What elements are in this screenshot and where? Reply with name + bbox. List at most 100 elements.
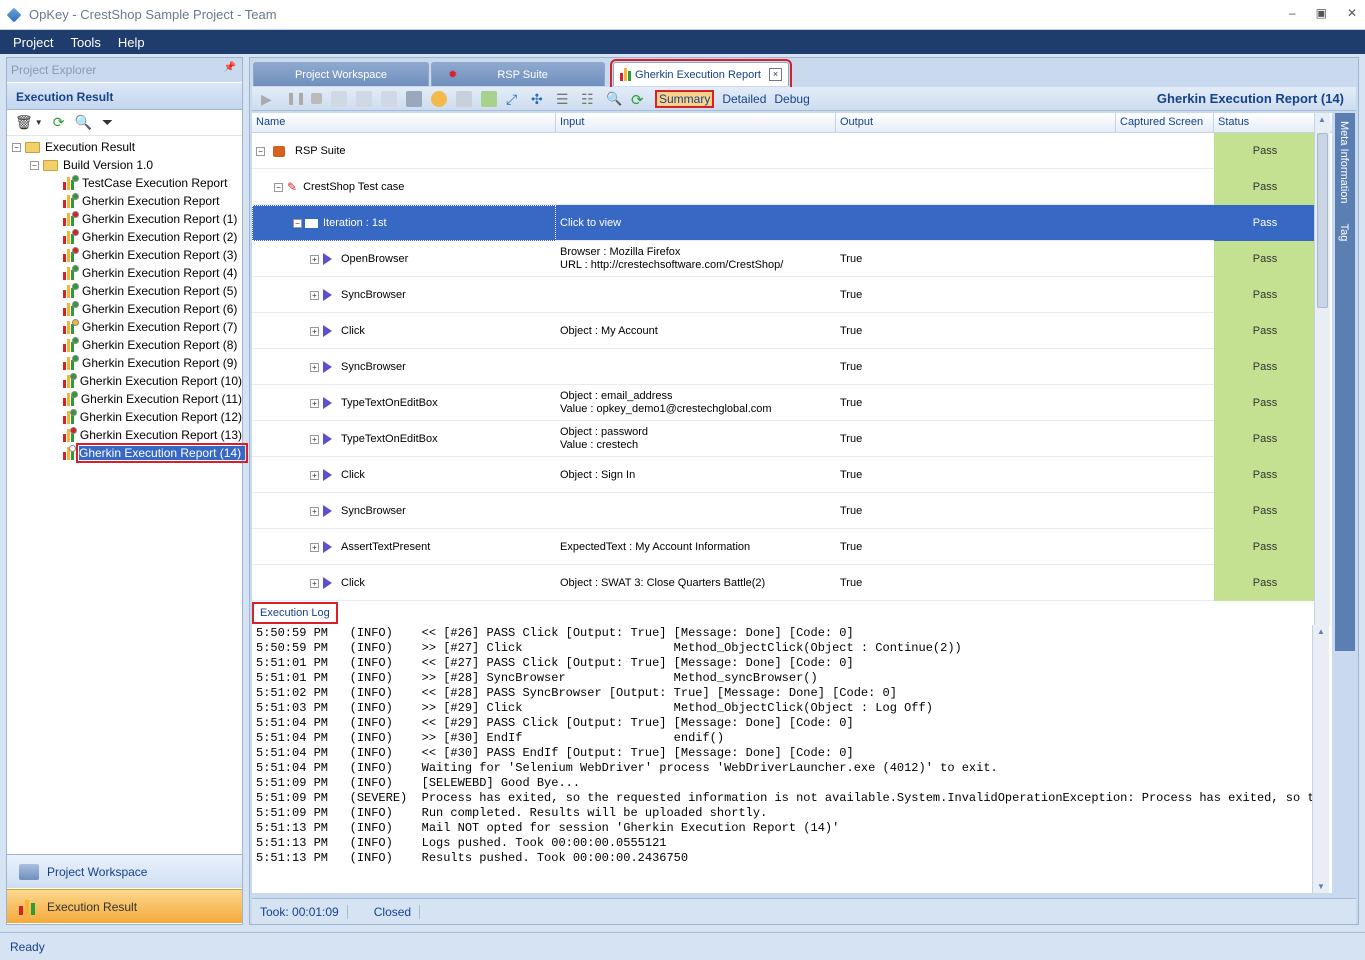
expand-icon[interactable]: + — [310, 290, 319, 300]
tree-node-report[interactable]: Gherkin Execution Report (12) — [7, 408, 242, 426]
tree-node-report[interactable]: Gherkin Execution Report (11) — [7, 390, 242, 408]
close-tab-icon[interactable]: × — [768, 68, 782, 81]
column-header-output[interactable]: Output — [836, 113, 1116, 132]
expand-icon[interactable]: + — [310, 470, 319, 480]
pin-icon[interactable]: 📌 — [224, 62, 236, 73]
browser-icon[interactable] — [431, 90, 447, 107]
dropdown-arrow-icon[interactable]: ▼ — [35, 118, 43, 127]
menu-tools[interactable]: Tools — [70, 35, 100, 50]
grid-row[interactable]: + OpenBrowser Browser : Mozilla Firefox URL… — [252, 241, 1316, 277]
collapse-icon[interactable]: − — [12, 142, 21, 152]
grid-row[interactable]: − Iteration : 1st Click to view Pass — [252, 205, 1316, 241]
column-header-status[interactable]: Status — [1214, 113, 1316, 132]
column-header-captured-screen[interactable]: Captured Screen — [1116, 113, 1214, 132]
refresh-icon[interactable]: ⟳ — [631, 91, 647, 109]
expand-icon[interactable]: + — [310, 542, 319, 552]
grid-row[interactable]: − ✎ CrestShop Test case Pass — [252, 169, 1316, 205]
tree-node-report[interactable]: Gherkin Execution Report — [7, 192, 242, 210]
find-icon[interactable]: 🔍 — [606, 91, 622, 107]
tree-node-report[interactable]: Gherkin Execution Report (3) — [7, 246, 242, 264]
tree-node-report[interactable]: Gherkin Execution Report (5) — [7, 282, 242, 300]
menu-help[interactable]: Help — [118, 35, 145, 50]
menu-project[interactable]: Project — [13, 35, 53, 50]
expand-icon[interactable]: + — [310, 326, 319, 336]
execution-log[interactable]: 5:50:59 PM (INFO) << [#26] PASS Click [O… — [252, 625, 1332, 893]
tree-node-report[interactable]: Gherkin Execution Report (10) — [7, 372, 242, 390]
cell-input[interactable]: Click to view — [556, 205, 836, 241]
tree-node-report[interactable]: Gherkin Execution Report (8) — [7, 336, 242, 354]
side-tab-tag[interactable]: Tag — [1338, 224, 1350, 242]
delete-icon[interactable]: 🗑 — [15, 114, 33, 131]
maximize-button[interactable]: ▣ — [1316, 6, 1327, 20]
step-into-icon[interactable] — [356, 90, 372, 107]
tree-node-report[interactable]: Gherkin Execution Report (4) — [7, 264, 242, 282]
grid-row[interactable]: + TypeTextOnEditBox Object : email_address… — [252, 385, 1316, 421]
search-icon[interactable]: 🔍 — [74, 114, 91, 131]
expand-icon[interactable]: + — [310, 434, 319, 444]
expand-icon[interactable]: + — [310, 362, 319, 372]
collapse-icon[interactable]: − — [274, 182, 283, 192]
tree-node-report[interactable]: TestCase Execution Report — [7, 174, 242, 192]
scroll-down-icon[interactable]: ▼ — [1317, 882, 1325, 891]
scroll-thumb[interactable] — [1317, 133, 1328, 308]
detailed-button[interactable]: Detailed — [722, 92, 766, 106]
play-icon[interactable]: ▶ — [261, 91, 277, 107]
collapse-icon[interactable]: − — [256, 146, 265, 156]
nav-execution-result-button[interactable]: Execution Result — [7, 889, 242, 923]
tree-list-icon[interactable]: ☷ — [581, 91, 597, 107]
close-window-button[interactable]: ✕ — [1347, 6, 1357, 20]
expand-icon[interactable]: + — [310, 578, 319, 588]
column-header-input[interactable]: Input — [556, 113, 836, 132]
expand-icon[interactable]: + — [310, 398, 319, 408]
expand-icon[interactable]: + — [310, 254, 319, 264]
tree-node-build-version[interactable]: − Build Version 1.0 — [7, 156, 242, 174]
column-header-name[interactable]: Name — [252, 113, 556, 132]
tree-node-report[interactable]: Gherkin Execution Report (2) — [7, 228, 242, 246]
tree-node-report[interactable]: Gherkin Execution Report (14) — [7, 443, 249, 463]
grid-row[interactable]: + Click Object : Sign In True Pass — [252, 457, 1316, 493]
tree-node-report[interactable]: Gherkin Execution Report (13) — [7, 426, 242, 444]
pause-icon[interactable]: ❚❚ — [286, 91, 306, 107]
debug-button[interactable]: Debug — [774, 92, 809, 106]
nav-project-workspace-button[interactable]: Project Workspace — [7, 854, 242, 888]
log-icon[interactable] — [456, 90, 472, 107]
grid-scrollbar[interactable]: ▲ ▼ — [1314, 113, 1330, 651]
grid-row[interactable]: + TypeTextOnEditBox Object : password Value… — [252, 421, 1316, 457]
filter-icon[interactable]: ⏷ — [102, 114, 113, 131]
screen-icon[interactable] — [406, 90, 422, 107]
tree-node-report[interactable]: Gherkin Execution Report (7) — [7, 318, 242, 336]
grid-row[interactable]: + Click Object : My Account True Pass — [252, 313, 1316, 349]
summary-button[interactable]: Summary — [655, 89, 715, 108]
collapse-all-icon[interactable]: ✣ — [531, 91, 547, 107]
scroll-up-icon[interactable]: ▲ — [1317, 627, 1325, 636]
tree-node-report[interactable]: Gherkin Execution Report (9) — [7, 354, 242, 372]
expand-icon[interactable]: + — [310, 506, 319, 516]
side-tab-meta-information[interactable]: Meta Information — [1338, 121, 1350, 204]
scroll-up-icon[interactable]: ▲ — [1318, 115, 1326, 124]
tab-project-workspace[interactable]: Project Workspace — [253, 62, 429, 86]
minimize-button[interactable]: – — [1289, 6, 1296, 20]
list-icon[interactable]: ☰ — [556, 91, 572, 107]
grid-row[interactable]: + Click Object : SWAT 3: Close Quarters Ba… — [252, 565, 1316, 601]
tab-gherkin-execution-report[interactable]: Gherkin Execution Report × — [610, 59, 792, 89]
execution-log-tab[interactable]: Execution Log — [252, 602, 338, 624]
tree-node-execution-result[interactable]: − Execution Result — [7, 138, 242, 156]
tab-rsp-suite[interactable]: ✹ RSP Suite — [431, 62, 605, 86]
tree-node-report[interactable]: Gherkin Execution Report (6) — [7, 300, 242, 318]
grid-row[interactable]: + SyncBrowser True Pass — [252, 493, 1316, 529]
export-icon[interactable] — [481, 90, 497, 107]
grid-row[interactable]: + SyncBrowser True Pass — [252, 349, 1316, 385]
log-scrollbar[interactable]: ▲ ▼ — [1312, 625, 1329, 893]
step-back-icon[interactable] — [331, 90, 347, 107]
step-over-icon[interactable] — [381, 90, 397, 107]
grid-row[interactable]: + SyncBrowser True Pass — [252, 277, 1316, 313]
grid-row[interactable]: + AssertTextPresent ExpectedText : My Acco… — [252, 529, 1316, 565]
cell-input — [556, 277, 836, 313]
tree-node-report[interactable]: Gherkin Execution Report (1) — [7, 210, 242, 228]
stop-icon[interactable] — [311, 93, 322, 104]
refresh-icon[interactable]: ⟳ — [53, 114, 65, 131]
expand-all-icon[interactable]: ⤢ — [506, 91, 522, 107]
collapse-icon[interactable]: − — [30, 160, 39, 170]
collapse-icon[interactable]: − — [293, 218, 302, 228]
grid-row[interactable]: − RSP Suite Pass — [252, 133, 1316, 169]
